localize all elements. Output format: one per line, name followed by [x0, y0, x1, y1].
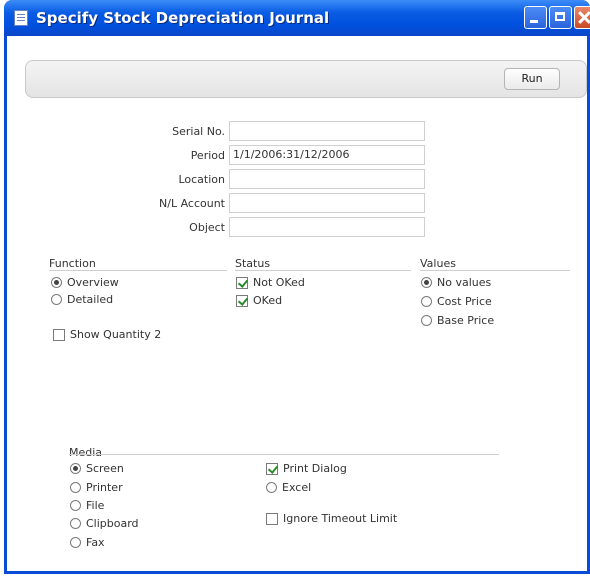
- radio-icon: [266, 482, 277, 493]
- media-clipboard-label: Clipboard: [86, 517, 139, 530]
- media-file-radio[interactable]: File: [70, 499, 104, 512]
- media-printer-radio[interactable]: Printer: [70, 481, 123, 494]
- maximize-button[interactable]: [549, 6, 572, 29]
- radio-icon: [70, 500, 81, 511]
- checkbox-icon: [53, 328, 65, 341]
- ignore-timeout-label: Ignore Timeout Limit: [283, 512, 398, 525]
- values-cost-price-label: Cost Price: [437, 295, 492, 308]
- values-base-price-label: Base Price: [437, 314, 495, 327]
- dialog-content: Run Serial No. Period 1/1/2006:31/12/200…: [7, 36, 587, 571]
- nl-account-label: N/L Account: [159, 197, 225, 210]
- nl-account-field[interactable]: [229, 193, 425, 213]
- show-quantity2-label: Show Quantity 2: [70, 328, 162, 341]
- function-overview-label: Overview: [67, 276, 119, 289]
- media-printer-label: Printer: [86, 481, 123, 494]
- period-field[interactable]: 1/1/2006:31/12/2006: [229, 145, 425, 165]
- ignore-timeout-checkbox[interactable]: Ignore Timeout Limit: [266, 512, 397, 525]
- location-field[interactable]: [229, 169, 425, 189]
- serial-no-field[interactable]: [229, 121, 425, 141]
- checkbox-checked-icon: [236, 294, 248, 307]
- media-file-label: File: [86, 499, 105, 512]
- status-not-oked-checkbox[interactable]: Not OKed: [236, 276, 305, 289]
- values-cost-price-radio[interactable]: Cost Price: [421, 295, 492, 308]
- location-label: Location: [178, 173, 225, 186]
- media-excel-label: Excel: [282, 481, 312, 494]
- run-button[interactable]: Run: [504, 68, 560, 90]
- media-clipboard-radio[interactable]: Clipboard: [70, 517, 139, 530]
- close-button[interactable]: [574, 6, 590, 29]
- status-divider: [235, 270, 411, 271]
- radio-icon: [51, 294, 62, 305]
- object-label: Object: [189, 221, 225, 234]
- print-dialog-label: Print Dialog: [283, 462, 347, 475]
- values-no-values-label: No values: [437, 276, 492, 289]
- title-bar[interactable]: Specify Stock Depreciation Journal: [4, 0, 590, 36]
- radio-selected-icon: [70, 463, 81, 474]
- checkbox-checked-icon: [266, 462, 278, 475]
- checkbox-icon: [266, 512, 278, 525]
- serial-no-label: Serial No.: [172, 125, 225, 138]
- radio-icon: [70, 482, 81, 493]
- values-group-title: Values: [420, 257, 456, 270]
- button-bar: Run: [25, 60, 587, 98]
- values-base-price-radio[interactable]: Base Price: [421, 314, 494, 327]
- radio-selected-icon: [51, 277, 62, 288]
- radio-selected-icon: [421, 277, 432, 288]
- window-title: Specify Stock Depreciation Journal: [36, 9, 330, 27]
- period-label: Period: [190, 149, 225, 162]
- media-screen-label: Screen: [86, 462, 124, 475]
- radio-icon: [421, 315, 432, 326]
- minimize-button[interactable]: [524, 6, 547, 29]
- radio-icon: [421, 296, 432, 307]
- media-group-title: Media: [69, 446, 103, 459]
- radio-icon: [70, 537, 81, 548]
- values-no-values-radio[interactable]: No values: [421, 276, 491, 289]
- document-icon: [14, 10, 28, 26]
- function-detailed-radio[interactable]: Detailed: [51, 293, 113, 306]
- checkbox-checked-icon: [236, 276, 248, 289]
- function-overview-radio[interactable]: Overview: [51, 276, 119, 289]
- dialog-window: Specify Stock Depreciation Journal Run S…: [4, 0, 590, 574]
- values-divider: [420, 270, 570, 271]
- function-divider: [49, 270, 227, 271]
- show-quantity2-checkbox[interactable]: Show Quantity 2: [53, 328, 161, 341]
- status-group-title: Status: [235, 257, 271, 270]
- radio-icon: [70, 518, 81, 529]
- media-excel-radio[interactable]: Excel: [266, 481, 311, 494]
- status-not-oked-label: Not OKed: [253, 276, 305, 289]
- media-divider: [69, 454, 499, 455]
- status-oked-label: OKed: [253, 294, 283, 307]
- media-screen-radio[interactable]: Screen: [70, 462, 124, 475]
- status-oked-checkbox[interactable]: OKed: [236, 294, 282, 307]
- function-detailed-label: Detailed: [67, 293, 114, 306]
- media-fax-label: Fax: [86, 536, 105, 549]
- function-group-title: Function: [49, 257, 96, 270]
- media-fax-radio[interactable]: Fax: [70, 536, 105, 549]
- object-field[interactable]: [229, 217, 425, 237]
- print-dialog-checkbox[interactable]: Print Dialog: [266, 462, 347, 475]
